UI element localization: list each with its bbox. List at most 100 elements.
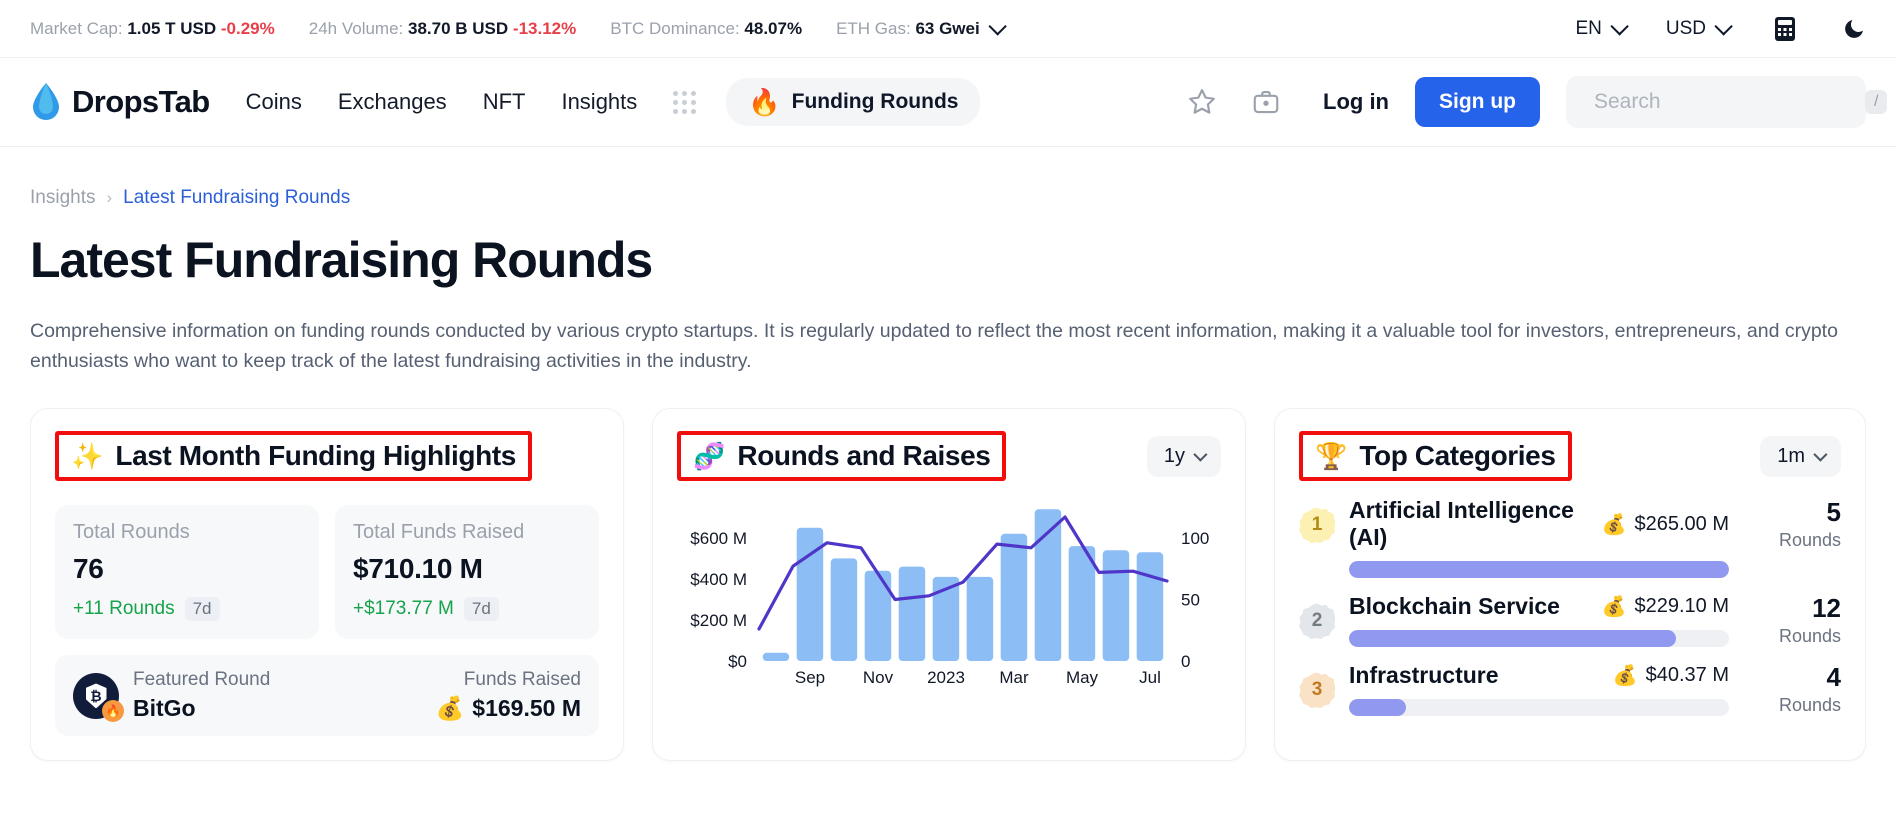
money-bag-icon: 💰 (1601, 513, 1627, 536)
list-item[interactable]: 1 Artificial Intelligence (AI) 💰 $265.00 M 5… (1299, 497, 1841, 579)
currency-selector[interactable]: USD (1666, 17, 1733, 40)
login-button[interactable]: Log in (1323, 89, 1389, 115)
ticker-item-market-cap: Market Cap: 1.05 T USD -0.29% (30, 19, 275, 39)
metric-total-funds-raised: Total Funds Raised $710.10 M +$173.77 M … (335, 505, 599, 640)
category-body: Infrastructure 💰 $40.37 M (1349, 662, 1729, 717)
category-amount: 💰 $229.10 M (1602, 594, 1729, 619)
chevron-down-icon (1813, 447, 1828, 463)
star-icon[interactable] (1187, 87, 1217, 117)
category-rounds-count: 5 (1826, 497, 1841, 528)
chevron-down-icon (1610, 17, 1629, 36)
page-description: Comprehensive information on funding rou… (30, 320, 1838, 373)
money-bag-icon: 💰 (1612, 665, 1638, 688)
language-selector[interactable]: EN (1575, 17, 1629, 40)
breadcrumb-insights[interactable]: Insights (30, 187, 95, 209)
list-item[interactable]: 3 Infrastructure 💰 $40.37 M 4 Rounds (1299, 662, 1841, 717)
nav-links: Coins Exchanges NFT Insights (246, 89, 638, 115)
main-navigation-bar: DropsTab Coins Exchanges NFT Insights 🔥 … (0, 58, 1896, 147)
metric-total-rounds: Total Rounds 76 +11 Rounds 7d (55, 505, 319, 640)
category-name: Blockchain Service (1349, 593, 1560, 620)
ticker-item-24h-volume: 24h Volume: 38.70 B USD -13.12% (309, 19, 576, 39)
chart-range-selector[interactable]: 1y (1146, 435, 1221, 477)
chart-range-value: 1y (1163, 444, 1185, 467)
rounds-raises-chart: $0 $200 M $400 M $600 M 0 50 100 Sep Nov 2023 Mar M… (677, 495, 1221, 691)
category-body: Artificial Intelligence (AI) 💰 $265.00 M (1349, 497, 1729, 579)
funds-raised-value-row: 💰 $169.50 M (436, 695, 581, 722)
search-input[interactable] (1594, 90, 1865, 114)
metric-value: $710.10 M (353, 553, 483, 585)
metric-label: Total Funds Raised (353, 521, 525, 544)
featured-funds: Funds Raised 💰 $169.50 M (436, 669, 581, 722)
trophy-icon: 🏆 (1315, 441, 1348, 472)
rounds-and-raises-card: 🧬 Rounds and Raises 1y $0 $200 M $400 M $60… (652, 408, 1246, 762)
breadcrumb-current[interactable]: Latest Fundraising Rounds (123, 187, 350, 209)
featured-round-name: BitGo (133, 695, 196, 722)
metric-delta: +11 Rounds (73, 598, 175, 620)
top-categories-card: 🏆 Top Categories 1m 1 Artificial Intellig… (1274, 408, 1866, 762)
ticker-value: 63 Gwei (915, 18, 980, 38)
category-bar-fill (1349, 630, 1676, 648)
market-ticker-bar: Market Cap: 1.05 T USD -0.29% 24h Volume… (0, 0, 1896, 58)
nav-link-insights[interactable]: Insights (561, 89, 637, 115)
category-bar-track (1349, 630, 1729, 648)
metric-label: Total Rounds (73, 521, 190, 544)
search-box[interactable]: / (1566, 76, 1888, 128)
page-title: Latest Fundraising Rounds (30, 232, 653, 288)
card-title: Top Categories (1359, 440, 1556, 472)
site-logo[interactable]: DropsTab (30, 82, 210, 122)
category-rounds: 12 Rounds (1749, 593, 1841, 647)
card-header: ✨ Last Month Funding Highlights (55, 431, 599, 482)
ticker-item-eth-gas[interactable]: ETH Gas: 63 Gwei (836, 17, 1007, 39)
grid-dots-icon[interactable] (673, 90, 697, 114)
svg-text:May: May (1066, 668, 1099, 687)
rank-badge: 2 (1299, 603, 1335, 640)
funding-rounds-pill[interactable]: 🔥 Funding Rounds (726, 78, 981, 126)
category-body: Blockchain Service 💰 $229.10 M (1349, 593, 1729, 648)
moon-icon[interactable] (1842, 17, 1866, 41)
droplet-icon (33, 83, 59, 120)
category-top-row: Infrastructure 💰 $40.37 M (1349, 662, 1729, 689)
chevron-down-icon (1193, 447, 1208, 463)
top-categories-list: 1 Artificial Intelligence (AI) 💰 $265.00 M 5… (1299, 497, 1841, 717)
search-shortcut-key: / (1865, 90, 1888, 114)
rank-badge: 3 (1299, 672, 1335, 709)
category-amount: 💰 $265.00 M (1602, 512, 1729, 537)
chevron-down-icon (988, 17, 1007, 36)
chevron-down-icon (1714, 17, 1733, 36)
avatar: ₿ 🔥 (73, 672, 124, 722)
money-bag-icon: 💰 (1601, 596, 1627, 619)
fire-icon: 🔥 (748, 87, 781, 117)
breadcrumb-separator: › (106, 188, 113, 207)
funds-raised-value: $169.50 M (472, 695, 581, 722)
category-rounds: 5 Rounds (1749, 497, 1841, 551)
fire-badge-icon: 🔥 (102, 699, 124, 722)
svg-text:$0: $0 (728, 652, 747, 671)
signup-button[interactable]: Sign up (1415, 77, 1540, 127)
categories-range-value: 1m (1777, 444, 1805, 467)
category-top-row: Blockchain Service 💰 $229.10 M (1349, 593, 1729, 620)
svg-text:50: 50 (1181, 591, 1200, 610)
metrics-row: Total Rounds 76 +11 Rounds 7d Total Fund… (55, 505, 599, 640)
rank-badge: 1 (1299, 507, 1335, 544)
featured-round-label: Featured Round (133, 669, 271, 691)
category-rounds-label: Rounds (1778, 530, 1841, 551)
briefcase-icon[interactable] (1251, 87, 1281, 117)
svg-text:$600 M: $600 M (690, 529, 747, 548)
featured-texts: Featured Round BitGo (133, 669, 270, 722)
category-amount-value: $265.00 M (1634, 512, 1729, 535)
featured-round-row[interactable]: ₿ 🔥 Featured Round BitGo Funds Raised 💰 … (55, 655, 599, 737)
nav-link-exchanges[interactable]: Exchanges (338, 89, 447, 115)
summary-cards-row: ✨ Last Month Funding Highlights Total Ro… (30, 408, 1866, 762)
nav-link-nft[interactable]: NFT (483, 89, 526, 115)
list-item[interactable]: 2 Blockchain Service 💰 $229.10 M 12 Rounds (1299, 593, 1841, 648)
chart-svg: $0 $200 M $400 M $600 M 0 50 100 Sep Nov 2023 Mar M… (690, 509, 1209, 687)
categories-range-selector[interactable]: 1m (1760, 435, 1841, 477)
highlight-outline-title: ✨ Last Month Funding Highlights (55, 431, 532, 482)
card-title: Last Month Funding Highlights (115, 440, 516, 472)
svg-text:0: 0 (1181, 652, 1190, 671)
ticker-item-btc-dominance: BTC Dominance: 48.07% (610, 19, 802, 39)
svg-text:Mar: Mar (999, 668, 1029, 687)
calculator-icon[interactable] (1774, 16, 1796, 42)
dna-icon: 🧬 (693, 441, 726, 472)
nav-link-coins[interactable]: Coins (246, 89, 302, 115)
